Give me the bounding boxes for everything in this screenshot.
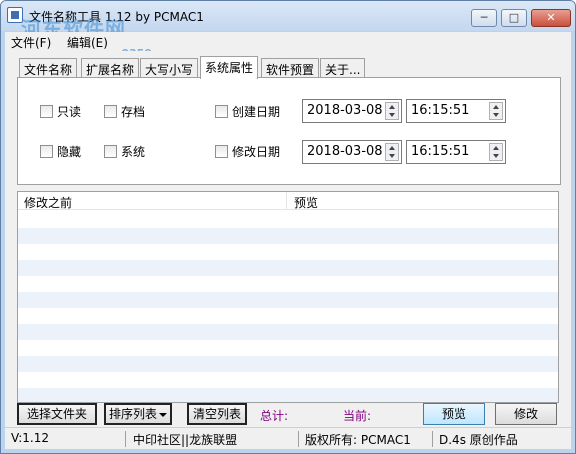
status-community: 中印社区||龙族联盟	[133, 433, 238, 447]
tab-about[interactable]: 关于...	[320, 58, 366, 78]
attributes-panel: 只读 存档 创建日期 2018-03-08 16:15:51 隐藏 系统 修改日…	[17, 77, 561, 185]
hidden-label: 隐藏	[57, 145, 82, 159]
readonly-checkbox[interactable]: 只读	[40, 103, 81, 120]
created-date-checkbox[interactable]: 创建日期	[215, 103, 280, 120]
modify-button[interactable]: 修改	[495, 403, 557, 425]
list-header: 修改之前 预览	[18, 192, 558, 210]
hidden-checkbox-box[interactable]	[40, 145, 53, 158]
readonly-checkbox-box[interactable]	[40, 105, 53, 118]
maximize-button[interactable]: □	[501, 9, 527, 27]
list-row-stripe	[18, 324, 558, 340]
created-time-value: 16:15:51	[411, 103, 470, 118]
column-divider[interactable]	[286, 192, 287, 210]
archive-checkbox-box[interactable]	[104, 105, 117, 118]
client-area: 文件名称 扩展名称 大写小写 系统属性 软件预置 关于... 只读 存档 创建日…	[5, 51, 571, 449]
modified-date-value: 2018-03-08	[307, 144, 383, 159]
list-row-stripe	[18, 292, 558, 308]
modified-time-spinner[interactable]	[489, 143, 503, 161]
archive-label: 存档	[121, 105, 146, 119]
status-divider	[298, 431, 299, 447]
sort-list-button[interactable]: 排序列表	[104, 403, 172, 425]
list-row-stripe	[18, 228, 558, 244]
file-list[interactable]: 修改之前 预览	[17, 191, 559, 403]
menu-file[interactable]: 文件(F)	[11, 34, 51, 51]
system-label: 系统	[121, 145, 146, 159]
column-before-modify[interactable]: 修改之前	[24, 194, 72, 211]
column-preview[interactable]: 预览	[294, 194, 318, 211]
current-label: 当前:	[343, 409, 372, 423]
tab-file-name[interactable]: 文件名称	[19, 58, 78, 78]
title-bar[interactable]: 文件名称工具 1.12 by PCMAC1 河东软件网 ─ □ ✕	[1, 1, 575, 41]
system-checkbox[interactable]: 系统	[104, 143, 145, 160]
tab-extension-name[interactable]: 扩展名称	[81, 58, 140, 78]
modified-time-picker[interactable]: 16:15:51	[406, 140, 506, 164]
close-button[interactable]: ✕	[531, 9, 571, 27]
sort-list-label: 排序列表	[108, 407, 157, 421]
select-folder-button[interactable]: 选择文件夹	[17, 403, 97, 425]
status-divider	[432, 431, 433, 447]
created-date-value: 2018-03-08	[307, 103, 383, 118]
preview-button[interactable]: 预览	[423, 403, 485, 425]
chevron-down-icon	[159, 412, 167, 417]
status-copyright: 版权所有: PCMAC1	[305, 433, 411, 447]
modified-date-checkbox-box[interactable]	[215, 145, 228, 158]
created-date-spinner[interactable]	[385, 102, 399, 120]
modified-date-spinner[interactable]	[385, 143, 399, 161]
modified-date-checkbox[interactable]: 修改日期	[215, 143, 280, 160]
created-date-label: 创建日期	[232, 105, 281, 119]
list-row-stripe	[18, 388, 558, 402]
status-credit: D.4s 原创作品	[439, 433, 518, 447]
status-divider	[125, 431, 126, 447]
minimize-button[interactable]: ─	[471, 9, 497, 27]
created-date-checkbox-box[interactable]	[215, 105, 228, 118]
created-date-picker[interactable]: 2018-03-08	[302, 99, 402, 123]
modified-time-value: 16:15:51	[411, 144, 470, 159]
system-checkbox-box[interactable]	[104, 145, 117, 158]
status-bar: V:1.12 中印社区||龙族联盟 版权所有: PCMAC1 D.4s 原创作品	[5, 427, 571, 449]
created-time-picker[interactable]: 16:15:51	[406, 99, 506, 123]
modified-date-label: 修改日期	[232, 145, 281, 159]
hidden-checkbox[interactable]: 隐藏	[40, 143, 81, 160]
list-row-stripe	[18, 356, 558, 372]
tab-upper-lower-case[interactable]: 大写小写	[140, 58, 199, 78]
modified-date-picker[interactable]: 2018-03-08	[302, 140, 402, 164]
created-time-spinner[interactable]	[489, 102, 503, 120]
tab-system-attributes[interactable]: 系统属性	[200, 56, 259, 79]
app-window: 文件名称工具 1.12 by PCMAC1 河东软件网 ─ □ ✕ 文件(F) …	[0, 0, 576, 454]
tab-software-presets[interactable]: 软件预置	[261, 58, 320, 78]
status-version: V:1.12	[11, 431, 49, 445]
readonly-label: 只读	[57, 105, 82, 119]
archive-checkbox[interactable]: 存档	[104, 103, 145, 120]
clear-list-button[interactable]: 清空列表	[187, 403, 247, 425]
list-row-stripe	[18, 260, 558, 276]
total-label: 总计:	[260, 409, 289, 423]
